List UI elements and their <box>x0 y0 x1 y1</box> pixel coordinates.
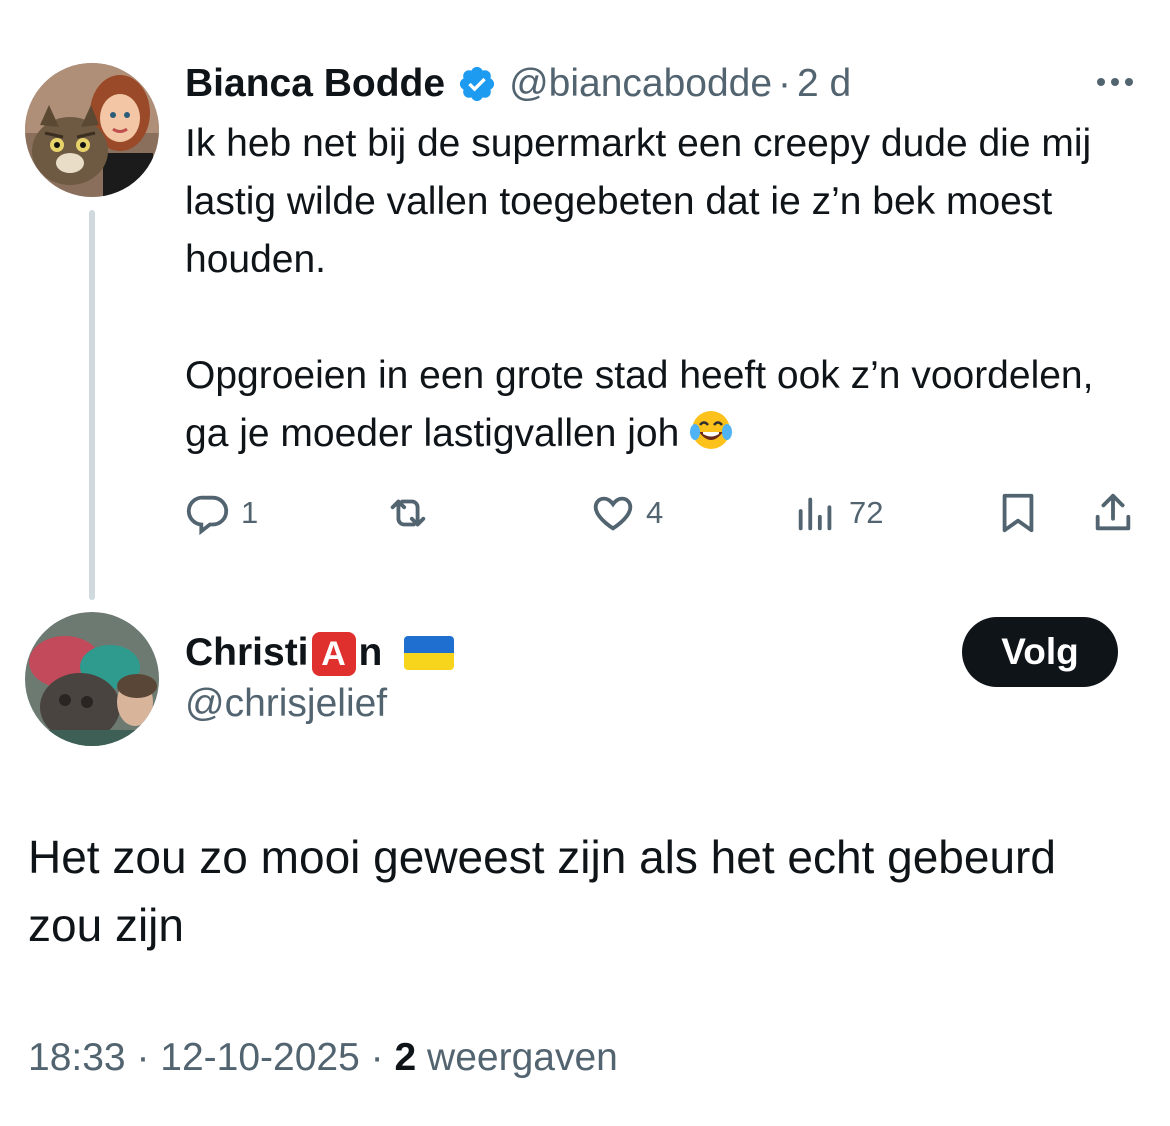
like-button[interactable]: 4 <box>590 485 663 541</box>
reply-header: Christi An <box>185 626 455 680</box>
tweet-text-line: Opgroeien in een grote stad heeft ook z’… <box>185 354 1094 455</box>
more-options-icon[interactable] <box>1097 70 1141 94</box>
separator-dot: · <box>370 1036 384 1079</box>
face-with-tears-of-joy-icon <box>690 411 733 449</box>
like-count: 4 <box>646 495 664 530</box>
reply-count: 1 <box>241 495 259 530</box>
retweet-button[interactable] <box>385 485 431 541</box>
views-button[interactable]: 72 <box>793 485 883 541</box>
author-handle[interactable]: @biancabodde <box>509 62 772 106</box>
a-button-emoji-icon: A <box>311 631 356 676</box>
reply-author-handle[interactable]: @chrisjelief <box>185 682 387 726</box>
ukraine-flag-icon <box>404 636 455 670</box>
reply-meta: 18:33 · 12-10-2025 · 2 weergaven <box>28 1036 618 1080</box>
tweet-actions: 1 4 72 <box>185 485 1145 541</box>
avatar-christiaan[interactable] <box>25 612 159 746</box>
reply-date[interactable]: 12-10-2025 <box>160 1036 360 1079</box>
verified-badge-icon <box>459 66 495 102</box>
tweet-text-paragraph-1: Ik heb net bij de supermarkt een creepy … <box>185 122 1092 281</box>
heart-icon <box>593 496 633 531</box>
views-chart-icon <box>798 497 832 531</box>
views-label: weergaven <box>427 1036 618 1079</box>
views-count: 72 <box>849 495 884 530</box>
share-button[interactable] <box>1090 485 1136 541</box>
tweet-header: Bianca Bodde @biancabodde · 2 d <box>185 58 851 110</box>
bookmark-icon <box>1002 493 1034 533</box>
separator-dot: · <box>136 1036 150 1079</box>
avatar-bianca[interactable] <box>25 63 159 197</box>
tweet-text-paragraph-2: Opgroeien in een grote stad heeft ook z’… <box>185 347 1145 463</box>
reply-icon <box>186 495 229 536</box>
reply-time[interactable]: 18:33 <box>28 1036 126 1079</box>
tweet-time[interactable]: 2 d <box>797 62 851 106</box>
retweet-icon <box>390 499 426 527</box>
reply-text: Het zou zo mooi geweest zijn als het ech… <box>28 831 1056 951</box>
reply-author-name[interactable]: Christi An <box>185 631 382 676</box>
reply-button[interactable]: 1 <box>185 485 258 541</box>
thread-line <box>89 210 95 600</box>
bookmark-button[interactable] <box>995 485 1041 541</box>
author-name-part-2: n <box>358 630 383 674</box>
author-name-part-1: Christi <box>185 630 309 674</box>
separator-dot: · <box>778 62 792 105</box>
share-icon <box>1095 493 1131 531</box>
views-count: 2 <box>394 1036 417 1079</box>
author-name[interactable]: Bianca Bodde <box>185 62 445 106</box>
follow-button[interactable]: Volg <box>962 617 1118 687</box>
